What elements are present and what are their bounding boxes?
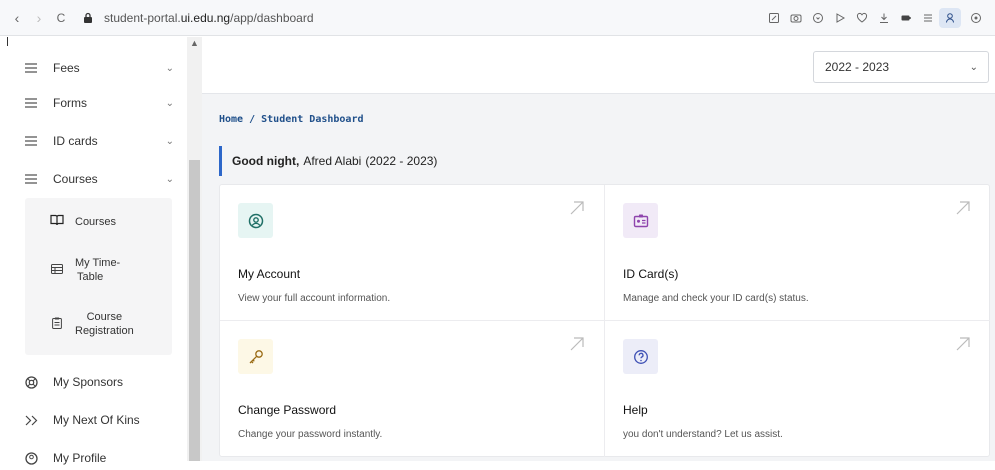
user-circle-icon (248, 213, 263, 228)
card-description: View your full account information. (238, 293, 391, 304)
key-icon (249, 349, 263, 363)
toolbar-icons (763, 8, 987, 28)
menu-icon[interactable] (917, 8, 939, 28)
play-icon[interactable] (829, 8, 851, 28)
submenu-item-label-line1: My Time- (75, 257, 121, 269)
sidebar-item-my-next-of-kins[interactable]: My Next Of Kins (24, 408, 174, 432)
submenu-item-course-registration[interactable]: Course Registration (50, 310, 134, 338)
submenu-item-label-line2: Registration (75, 325, 134, 337)
sidebar-item-courses[interactable]: Courses ⌄ (24, 167, 174, 191)
card-title: Help (623, 403, 648, 417)
extensions-icon[interactable] (965, 8, 987, 28)
greeting-session: (2022 - 2023) (365, 154, 438, 168)
chevron-down-icon: ⌄ (969, 61, 978, 73)
heart-icon[interactable] (851, 8, 873, 28)
breadcrumb[interactable]: Home / Student Dashboard (219, 114, 364, 125)
menu-lines-icon (24, 61, 38, 75)
sidebar-item-fees[interactable]: Fees ⌄ (24, 56, 174, 80)
sidebar-item-forms[interactable]: Forms ⌄ (24, 91, 174, 115)
dashboard-cards: My Account View your full account inform… (219, 184, 990, 457)
double-chevron-right-icon (24, 413, 38, 427)
card-change-password[interactable]: Change Password Change your password ins… (220, 321, 605, 457)
forward-button[interactable]: › (28, 10, 50, 26)
card-icon-badge (623, 203, 658, 238)
profile-circle-icon (24, 451, 38, 465)
card-title: My Account (238, 267, 301, 281)
card-description: Change your password instantly. (238, 429, 383, 440)
main-content: 2022 - 2023 ⌄ Home / Student Dashboard G… (202, 37, 995, 461)
profile-icon[interactable] (939, 8, 961, 28)
sidebar-item-label: My Sponsors (53, 375, 124, 389)
sidebar-item-my-profile[interactable]: My Profile (24, 446, 174, 470)
sidebar-item-label: Courses (53, 172, 98, 186)
session-select[interactable]: 2022 - 2023 ⌄ (813, 51, 989, 83)
chevron-down-icon: ⌄ (165, 62, 174, 74)
submenu-item-label: Courses (75, 215, 116, 228)
submenu-item-timetable[interactable]: My Time- Table (50, 256, 120, 284)
reload-button[interactable]: C (50, 11, 72, 25)
arrow-up-right-icon (956, 201, 970, 215)
card-description: Manage and check your ID card(s) status. (623, 293, 809, 304)
card-icon-badge (238, 203, 273, 238)
greeting-name: Afred Alabi (303, 154, 362, 168)
card-description: you don't understand? Let us assist. (623, 429, 783, 440)
chevron-down-icon: ⌄ (165, 173, 174, 185)
lifebuoy-icon (24, 375, 38, 389)
submenu-item-label-line1: Course (86, 311, 123, 323)
top-bar: 2022 - 2023 ⌄ (202, 37, 995, 94)
clipboard-icon (50, 317, 64, 332)
submenu-item-label-line2: Table (77, 271, 104, 283)
edit-icon[interactable] (763, 8, 785, 28)
sidebar-item-id-cards[interactable]: ID cards ⌄ (24, 129, 174, 153)
sidebar-item-label: Forms (53, 96, 87, 110)
sidebar-item-label: Fees (53, 61, 80, 75)
arrow-up-right-icon (570, 337, 584, 351)
lock-icon (84, 12, 92, 23)
back-button[interactable]: ‹ (6, 10, 28, 26)
menu-lines-icon (24, 172, 38, 186)
submenu-item-text: Course Registration (75, 310, 134, 338)
sidebar-item-my-sponsors[interactable]: My Sponsors (24, 370, 174, 394)
address-bar[interactable]: student-portal. ui.edu.ng/app/dashboard (82, 11, 314, 25)
submenu-item-text: My Time- Table (75, 256, 120, 284)
card-icon-badge (623, 339, 658, 374)
greeting-banner: Good night, Afred Alabi (2022 - 2023) (219, 146, 441, 176)
id-card-icon (633, 214, 648, 227)
shield-icon[interactable] (807, 8, 829, 28)
battery-icon[interactable] (895, 8, 917, 28)
url-path: /app/dashboard (230, 10, 314, 25)
chevron-down-icon: ⌄ (165, 135, 174, 147)
arrow-up-right-icon (956, 337, 970, 351)
arrow-up-right-icon (570, 201, 584, 215)
menu-lines-icon (24, 96, 38, 110)
card-my-account[interactable]: My Account View your full account inform… (220, 185, 605, 321)
chevron-down-icon: ⌄ (165, 97, 174, 109)
camera-icon[interactable] (785, 8, 807, 28)
session-select-value: 2022 - 2023 (825, 60, 890, 74)
scroll-up-icon[interactable]: ▲ (190, 38, 199, 48)
url-domain: ui.edu.ng (180, 10, 231, 25)
timetable-icon (50, 263, 64, 277)
sidebar-item-label: My Profile (53, 451, 107, 465)
help-circle-icon (633, 349, 648, 364)
download-icon[interactable] (873, 8, 895, 28)
browser-toolbar: ‹ › C student-portal. ui.edu.ng/app/dashb… (0, 0, 995, 36)
sidebar-scrollbar-thumb[interactable] (189, 160, 200, 461)
card-id-cards[interactable]: ID Card(s) Manage and check your ID card… (605, 185, 990, 321)
sidebar-item-label: My Next Of Kins (53, 413, 140, 427)
card-title: Change Password (238, 403, 337, 417)
submenu-item-courses[interactable]: Courses (50, 214, 116, 229)
greeting-salutation: Good night, (232, 154, 300, 168)
url-prefix: student-portal. (104, 10, 181, 25)
card-title: ID Card(s) (623, 267, 679, 281)
sidebar-item-label: ID cards (53, 134, 98, 148)
sidebar-edge-marker (7, 37, 8, 46)
card-icon-badge (238, 339, 273, 374)
menu-lines-icon (24, 134, 38, 148)
card-help[interactable]: Help you don't understand? Let us assist… (605, 321, 990, 457)
book-open-icon (50, 214, 64, 229)
